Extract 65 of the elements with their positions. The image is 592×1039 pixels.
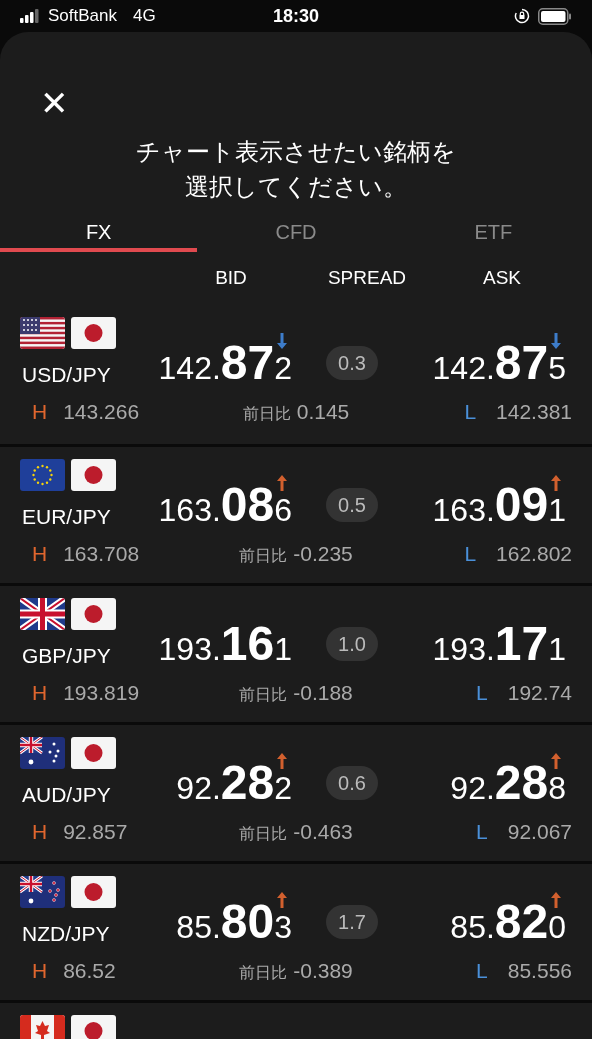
dialog-title: 選択してください。 [185, 172, 407, 202]
change-value: -0.188 [293, 680, 353, 706]
low-value: 162.802 [496, 541, 572, 567]
battery-icon [538, 7, 572, 25]
rotation-lock-icon [514, 8, 530, 24]
change-label: 前日比 [239, 546, 288, 566]
spread-value: 0.5 [326, 488, 378, 523]
spread-value: 0.6 [326, 766, 378, 801]
currency-pair: AUD/JPY [21, 781, 112, 808]
low-label: L [476, 958, 488, 984]
high-label: H [32, 541, 48, 567]
price-quote: 92.288 [450, 759, 566, 808]
low-label: L [476, 819, 488, 845]
low-label: L [464, 399, 477, 425]
tab[interactable]: CFD [197, 216, 395, 252]
signal-icon [20, 9, 40, 23]
change-label: 前日比 [239, 963, 288, 983]
currency-pair: USD/JPY [21, 361, 112, 388]
dialog-title: チャート表示させたい銘柄を [136, 137, 456, 167]
carrier-name: SoftBank [48, 5, 117, 28]
close-button[interactable]: ✕ [40, 86, 68, 120]
column-header: SPREAD [326, 266, 408, 290]
price-quote: 193.161 [158, 620, 292, 669]
spread-value: 1.0 [326, 627, 378, 662]
price-quote: 92.282 [176, 759, 292, 808]
high-value: 163.708 [63, 541, 140, 567]
high-label: H [32, 958, 48, 984]
price-quote: 193.171 [432, 620, 566, 669]
change-value: -0.235 [293, 541, 353, 567]
price-quote: 163.091 [432, 481, 566, 530]
price-quote: 85.820 [450, 898, 566, 947]
price-quote: 142.875 [432, 339, 566, 388]
currency-pair: NZD/JPY [21, 920, 111, 947]
high-value: 143.266 [63, 399, 140, 425]
spread-value: 0.3 [326, 346, 378, 381]
column-header: ASK [482, 266, 522, 290]
currency-pair: EUR/JPY [21, 503, 112, 530]
network-type: 4G [133, 5, 156, 28]
low-label: L [464, 541, 477, 567]
tab[interactable]: ETF [394, 216, 592, 252]
high-label: H [32, 680, 48, 706]
change-label: 前日比 [239, 685, 288, 705]
low-value: 85.556 [507, 958, 572, 984]
low-value: 142.381 [496, 399, 572, 425]
tab[interactable]: FX [0, 216, 198, 252]
low-label: L [476, 680, 488, 706]
change-value: 0.145 [296, 399, 350, 425]
column-header: BID [214, 266, 248, 290]
change-label: 前日比 [242, 404, 291, 424]
high-label: H [32, 819, 48, 845]
low-value: 92.067 [507, 819, 572, 845]
high-value: 92.857 [63, 819, 128, 845]
high-label: H [32, 399, 48, 425]
price-quote: 163.086 [158, 481, 292, 530]
low-value: 192.74 [507, 680, 572, 706]
clock-time: 18:30 [273, 4, 320, 28]
change-value: -0.463 [293, 819, 353, 845]
change-value: -0.389 [293, 958, 353, 984]
price-quote: 142.872 [158, 339, 292, 388]
high-value: 193.819 [63, 680, 140, 706]
change-label: 前日比 [239, 824, 288, 844]
high-value: 86.52 [63, 958, 116, 984]
spread-value: 1.7 [326, 905, 378, 940]
currency-pair: GBP/JPY [21, 642, 112, 669]
price-quote: 85.803 [176, 898, 292, 947]
